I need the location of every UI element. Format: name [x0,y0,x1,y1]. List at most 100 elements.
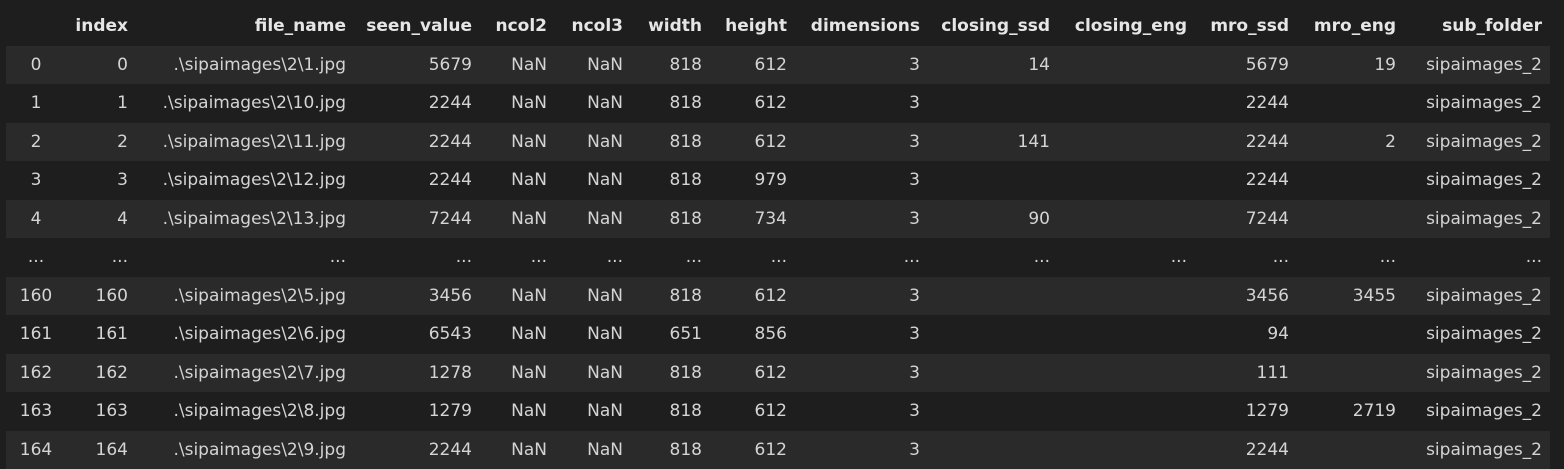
cell-ncol3: NaN [555,392,631,431]
cell-sub-folder: sipaimages_2 [1404,354,1550,393]
cell-seen-value: 5679 [354,46,480,85]
cell-ncol3: NaN [555,431,631,469]
cell-mro-eng: 19 [1297,46,1404,85]
cell-ncol2: NaN [480,431,555,469]
cell-mro-ssd: 3456 [1195,277,1297,316]
cell-file-name: .\sipaimages\2\9.jpg [136,431,354,469]
cell-closing-eng [1058,277,1195,316]
cell-sub-folder: sipaimages_2 [1404,46,1550,85]
cell-sub-folder: sipaimages_2 [1404,277,1550,316]
cell-closing-ssd: 90 [928,200,1058,239]
cell-ncol3: NaN [555,277,631,316]
cell-closing-eng [1058,392,1195,431]
dataframe-table: index file_name seen_value ncol2 ncol3 w… [6,7,1550,469]
cell-file-name: .\sipaimages\2\12.jpg [136,161,354,200]
cell-mro-ssd: 5679 [1195,46,1297,85]
cell-dimensions: 3 [795,161,928,200]
cell-seen-value: 3456 [354,277,480,316]
row-index-label: 0 [6,46,66,85]
row-index-label: 160 [6,277,66,316]
cell-closing-ssd [928,315,1058,354]
cell-closing-ssd: 14 [928,46,1058,85]
cell-ncol3: NaN [555,354,631,393]
column-header-file-name: file_name [136,7,354,46]
cell-ncol2: NaN [480,392,555,431]
cell-height: 979 [710,161,795,200]
cell-closing-eng [1058,200,1195,239]
cell-file-name: .\sipaimages\2\13.jpg [136,200,354,239]
cell-seen-value: 7244 [354,200,480,239]
cell-file-name: .\sipaimages\2\5.jpg [136,277,354,316]
row-index-label: ... [6,238,66,277]
cell-dimensions: 3 [795,392,928,431]
row-index-label: 163 [6,392,66,431]
column-header-seen-value: seen_value [354,7,480,46]
cell-mro-eng [1297,431,1404,469]
cell-file-name: .\sipaimages\2\1.jpg [136,46,354,85]
cell-ncol2: NaN [480,315,555,354]
cell-mro-ssd: 94 [1195,315,1297,354]
cell-index: 0 [66,46,136,85]
cell-closing-ssd [928,84,1058,123]
cell-mro-eng [1297,200,1404,239]
cell-mro-eng [1297,354,1404,393]
cell-mro-ssd: 2244 [1195,123,1297,162]
cell-file-name: .\sipaimages\2\8.jpg [136,392,354,431]
cell-sub-folder: sipaimages_2 [1404,392,1550,431]
table-header: index file_name seen_value ncol2 ncol3 w… [6,7,1550,46]
cell-dimensions: 3 [795,315,928,354]
cell-closing-ssd: 141 [928,123,1058,162]
table-row: 161161.\sipaimages\2\6.jpg6543NaNNaN6518… [6,315,1550,354]
cell-seen-value: 2244 [354,123,480,162]
table-body: 00.\sipaimages\2\1.jpg5679NaNNaN81861231… [6,46,1550,469]
cell-width: 651 [631,315,710,354]
cell-file-name: .\sipaimages\2\11.jpg [136,123,354,162]
cell-dimensions: 3 [795,431,928,469]
cell-index: 161 [66,315,136,354]
cell-seen-value: 1279 [354,392,480,431]
cell-ncol2: NaN [480,277,555,316]
table-row: 162162.\sipaimages\2\7.jpg1278NaNNaN8186… [6,354,1550,393]
cell-sub-folder: sipaimages_2 [1404,200,1550,239]
cell-index: ... [66,238,136,277]
cell-seen-value: 6543 [354,315,480,354]
cell-dimensions: 3 [795,354,928,393]
cell-dimensions: 3 [795,277,928,316]
column-header-width: width [631,7,710,46]
cell-sub-folder: sipaimages_2 [1404,315,1550,354]
row-index-label: 1 [6,84,66,123]
cell-dimensions: 3 [795,84,928,123]
cell-ncol2: NaN [480,200,555,239]
cell-height: 612 [710,84,795,123]
table-row: 22.\sipaimages\2\11.jpg2244NaNNaN8186123… [6,123,1550,162]
notebook-output-area: index file_name seen_value ncol2 ncol3 w… [0,0,1564,468]
cell-ncol2: NaN [480,46,555,85]
cell-file-name: .\sipaimages\2\6.jpg [136,315,354,354]
row-index-label: 162 [6,354,66,393]
cell-dimensions: ... [795,238,928,277]
cell-mro-eng: 2719 [1297,392,1404,431]
cell-index: 163 [66,392,136,431]
cell-width: 818 [631,46,710,85]
cell-height: 612 [710,431,795,469]
cell-file-name: .\sipaimages\2\10.jpg [136,84,354,123]
cell-width: ... [631,238,710,277]
cell-ncol3: NaN [555,46,631,85]
cell-index: 160 [66,277,136,316]
column-header-height: height [710,7,795,46]
cell-index: 1 [66,84,136,123]
column-header-index: index [66,7,136,46]
table-row: 160160.\sipaimages\2\5.jpg3456NaNNaN8186… [6,277,1550,316]
cell-width: 818 [631,277,710,316]
cell-mro-ssd: 2244 [1195,84,1297,123]
cell-seen-value: 2244 [354,84,480,123]
cell-height: ... [710,238,795,277]
table-row: 164164.\sipaimages\2\9.jpg2244NaNNaN8186… [6,431,1550,469]
cell-sub-folder: sipaimages_2 [1404,84,1550,123]
column-header-index-corner [6,7,66,46]
cell-seen-value: 2244 [354,431,480,469]
cell-mro-eng: 2 [1297,123,1404,162]
cell-mro-eng: ... [1297,238,1404,277]
cell-index: 162 [66,354,136,393]
cell-closing-ssd [928,161,1058,200]
